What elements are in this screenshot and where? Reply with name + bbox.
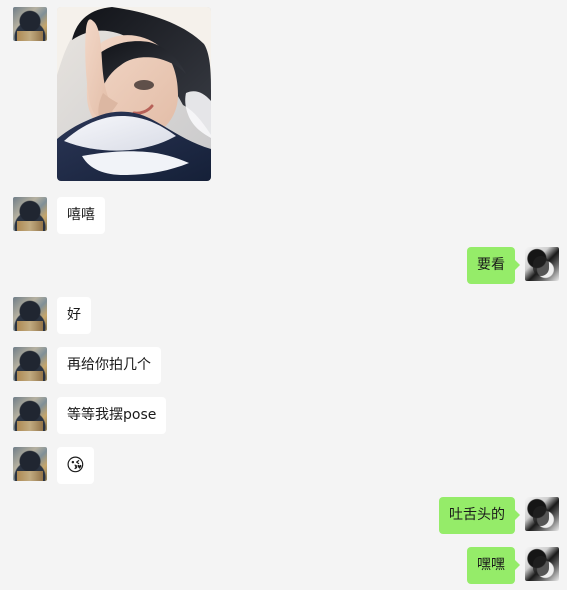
- message-bubble-sent[interactable]: 要看: [467, 247, 520, 284]
- contact-avatar-image: [13, 7, 47, 41]
- message-bubble-received[interactable]: 再给你拍几个: [57, 347, 161, 384]
- message-text: 嘿嘿: [477, 557, 505, 573]
- contact-avatar[interactable]: [13, 347, 47, 381]
- message-text: 等等我摆pose: [67, 407, 157, 423]
- message-bubble-received[interactable]: 好: [57, 297, 91, 334]
- message-bubble-received[interactable]: 等等我摆pose: [57, 397, 167, 434]
- emoji-kiss-wink-icon: 😘: [66, 455, 85, 476]
- contact-avatar[interactable]: [13, 297, 47, 331]
- contact-avatar-image: [13, 297, 47, 331]
- contact-avatar[interactable]: [13, 197, 47, 231]
- message-bubble-sent[interactable]: 嘿嘿: [467, 547, 520, 584]
- photo-message[interactable]: [57, 7, 211, 181]
- contact-avatar[interactable]: [13, 7, 47, 41]
- contact-avatar[interactable]: [13, 397, 47, 431]
- message-text: 再给你拍几个: [67, 357, 151, 373]
- contact-avatar-image: [13, 397, 47, 431]
- message-text: 嘻嘻: [67, 207, 95, 223]
- message-text: 要看: [477, 257, 505, 273]
- contact-avatar-image: [13, 447, 47, 481]
- user-avatar[interactable]: [525, 547, 559, 581]
- message-text: 好: [67, 307, 81, 323]
- contact-avatar-image: [13, 197, 47, 231]
- message-bubble-sent[interactable]: 吐舌头的: [439, 497, 520, 534]
- user-avatar-image: [525, 497, 559, 531]
- message-bubble-received[interactable]: 😘: [57, 447, 94, 484]
- user-avatar[interactable]: [525, 247, 559, 281]
- user-avatar-image: [525, 247, 559, 281]
- contact-avatar-image: [13, 347, 47, 381]
- user-avatar[interactable]: [525, 497, 559, 531]
- message-text: 吐舌头的: [449, 507, 505, 523]
- message-bubble-received[interactable]: 嘻嘻: [57, 197, 105, 234]
- user-avatar-image: [525, 547, 559, 581]
- contact-avatar[interactable]: [13, 447, 47, 481]
